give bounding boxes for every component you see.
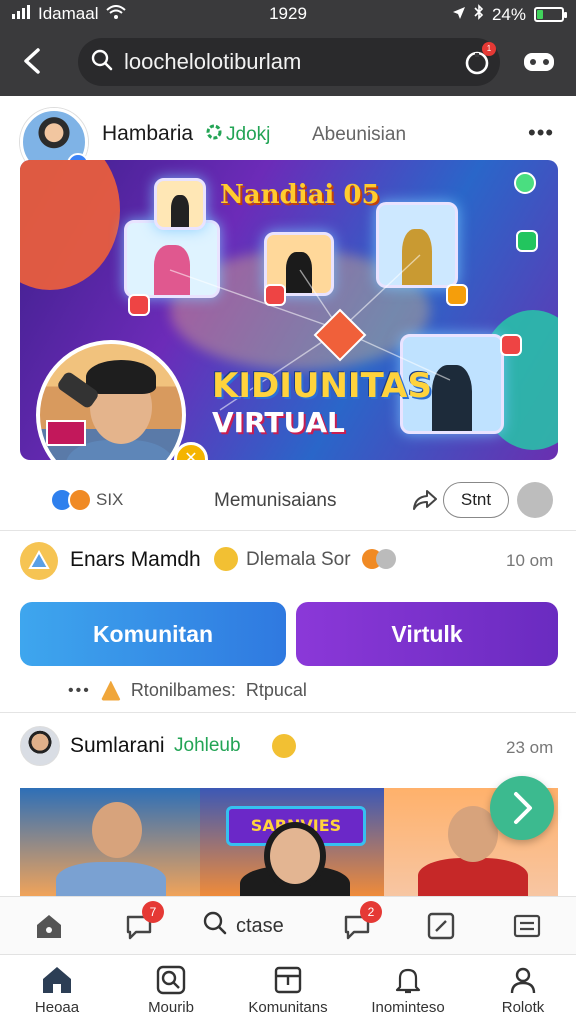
post-author-name[interactable]: Sumlarani: [70, 734, 165, 758]
smile-emoji-icon: [214, 547, 238, 571]
nav-notifications[interactable]: Inominteso: [362, 965, 454, 1016]
comment-time: 10 om: [506, 551, 554, 570]
compose-icon[interactable]: [426, 911, 456, 941]
post-author-tag[interactable]: Johleub: [174, 735, 241, 757]
nav-label: Heoaa: [34, 999, 80, 1016]
profile-icon: [510, 967, 536, 994]
banner-title: Nandiai 05: [220, 180, 380, 210]
meta-row: ••• Rtonilbames: Rtpucal: [68, 680, 307, 701]
leaf-icon: [206, 124, 222, 146]
meta-value: Rtpucal: [245, 680, 307, 700]
bluetooth-icon: [474, 4, 484, 25]
bell-icon: [395, 968, 421, 994]
post-subtitle: Abeunisian: [312, 124, 407, 145]
divider: [0, 530, 576, 531]
comments-link[interactable]: Memunisaians: [214, 490, 337, 512]
location-icon: [452, 5, 466, 25]
toolbar-search[interactable]: ctase: [202, 910, 284, 942]
post-author-tag[interactable]: Jdokj: [206, 124, 270, 146]
love-reaction-icon: [68, 488, 92, 512]
back-arrow-icon[interactable]: [18, 44, 48, 78]
nav-search[interactable]: Mourib: [136, 965, 206, 1016]
smile-emoji-icon: [272, 734, 296, 758]
top-bar: Idamaal 1929 24% loochelolotiburlam 1: [0, 0, 576, 96]
person-icon: [100, 680, 121, 701]
nav-label: Rolotk: [501, 999, 545, 1016]
tag-label: Jdokj: [226, 124, 271, 145]
nav-label: Inominteso: [371, 999, 445, 1016]
secondary-toolbar: 7 2: [0, 896, 576, 954]
reactions-summary[interactable]: SIX: [50, 488, 123, 512]
divider: [0, 712, 576, 713]
comment-text: Dlemala Sor: [246, 549, 351, 570]
chat-icon[interactable]: 7: [124, 901, 164, 941]
photo-tile[interactable]: [20, 788, 200, 896]
status-bar: Idamaal 1929 24%: [0, 0, 576, 28]
photo-tile[interactable]: SARNVIES: [200, 788, 384, 896]
messages-badge: 2: [360, 901, 382, 923]
search-bar[interactable]: loochelolotiburlam: [78, 38, 500, 86]
author-avatar[interactable]: [20, 726, 60, 766]
bottom-navigation: Heoaa Mourib Komunitans Inominteso Rolot…: [0, 954, 576, 1024]
search-icon: [202, 910, 228, 942]
nav-home[interactable]: Heoaa: [28, 965, 86, 1016]
nav-community[interactable]: Komunitans: [238, 965, 338, 1016]
search-icon: [156, 965, 186, 995]
nav-label: Komunitans: [248, 999, 328, 1016]
messages-icon[interactable]: 2: [342, 901, 382, 941]
search-input[interactable]: loochelolotiburlam: [124, 49, 301, 75]
banner-headline: KIDIUNITAS: [212, 366, 432, 406]
post-author-name[interactable]: Hambaria: [102, 122, 193, 146]
meta-label: Rtonilbames:: [130, 680, 236, 700]
more-options-icon[interactable]: •••: [528, 120, 554, 146]
home-shortcut-icon[interactable]: [34, 911, 64, 941]
search-icon: [90, 48, 114, 77]
commenter-name[interactable]: Enars Mamdh: [70, 548, 201, 572]
battery-percent: 24%: [491, 4, 526, 24]
share-icon[interactable]: [412, 488, 438, 512]
emoji-icon: [376, 549, 396, 569]
nav-label: Mourib: [148, 999, 194, 1016]
notification-badge: 1: [482, 42, 496, 56]
gamepad-icon[interactable]: [522, 50, 556, 74]
post-time: 23 om: [506, 738, 554, 757]
virtual-button[interactable]: Virtulk: [296, 602, 558, 666]
menu-icon[interactable]: [512, 911, 542, 941]
reaction-count: SIX: [96, 490, 124, 509]
community-icon: [274, 966, 302, 994]
battery-icon: [534, 7, 567, 22]
banner-subheadline: VIRTUAL: [212, 406, 345, 439]
photo-strip[interactable]: SARNVIES: [20, 788, 558, 896]
commenter-avatar[interactable]: [20, 542, 58, 580]
notification-icon[interactable]: 1: [462, 42, 496, 78]
toolbar-search-label: ctase: [236, 914, 284, 937]
share-button[interactable]: Stnt: [443, 482, 509, 518]
user-avatar[interactable]: [517, 482, 553, 518]
next-arrow-button[interactable]: [490, 776, 554, 840]
home-icon: [43, 967, 71, 993]
community-button[interactable]: Komunitan: [20, 602, 286, 666]
chat-badge: 7: [142, 901, 164, 923]
meta-dots: •••: [68, 681, 91, 699]
post-banner-image[interactable]: Nandiai 05 KIDIUNITAS VIRTUAL ✕: [20, 160, 558, 460]
nav-profile[interactable]: Rolotk: [494, 965, 552, 1016]
